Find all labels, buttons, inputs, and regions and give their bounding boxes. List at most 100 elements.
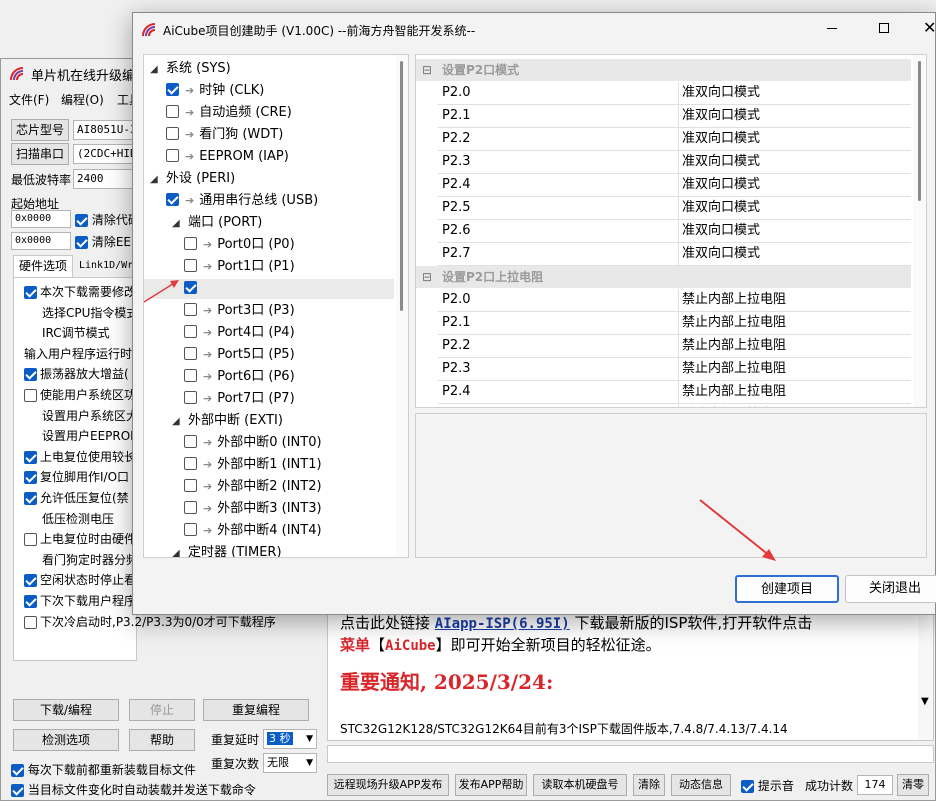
scroll-down-icon[interactable]: ▼: [921, 696, 929, 707]
expand-icon[interactable]: ◢: [172, 544, 182, 557]
tree-item[interactable]: ➔ 看门狗 (WDT): [166, 125, 283, 145]
reload-each-checkbox[interactable]: [11, 764, 24, 777]
clear-eep-checkbox[interactable]: [75, 236, 88, 249]
tree-item[interactable]: ➔ 外部中断0 (INT0): [184, 433, 322, 453]
expand-icon[interactable]: ◢: [150, 170, 160, 190]
tree-checkbox[interactable]: [184, 325, 197, 338]
clear-eep-option[interactable]: 清除EEP: [75, 233, 138, 250]
property-value[interactable]: 准双向口模式: [682, 128, 760, 150]
publish-help-button[interactable]: 发布APP帮助: [455, 774, 527, 796]
scan-port-button[interactable]: 扫描串口: [11, 143, 69, 165]
download-button[interactable]: 下载/编程: [13, 699, 119, 721]
collapse-icon[interactable]: ⊟: [422, 59, 432, 81]
addr1-input[interactable]: 0x0000: [11, 210, 71, 228]
beep-option[interactable]: 提示音: [741, 777, 794, 794]
property-row[interactable]: P2.4 禁止内部上拉电阻: [438, 381, 911, 404]
tree-checkbox[interactable]: [166, 127, 179, 140]
remote-upgrade-button[interactable]: 远程现场升级APP发布: [327, 774, 449, 796]
close-icon[interactable]: ✕: [923, 18, 936, 38]
clear-button[interactable]: 清除: [633, 774, 665, 796]
tree-item[interactable]: ➔ 外部中断4 (INT4): [184, 521, 322, 541]
tree-item[interactable]: ➔ EEPROM (IAP): [166, 147, 289, 167]
hw-option-checkbox[interactable]: [24, 389, 37, 402]
tree-checkbox[interactable]: [184, 479, 197, 492]
tree-checkbox[interactable]: [184, 391, 197, 404]
stop-button[interactable]: 停止: [129, 699, 195, 721]
repeat-count-select[interactable]: 无限 ▼: [263, 753, 317, 773]
help-button[interactable]: 帮助: [129, 729, 195, 751]
property-row[interactable]: P2.1 准双向口模式: [438, 105, 911, 128]
hw-option-8[interactable]: 上电复位使用较长: [24, 447, 136, 467]
tree-checkbox[interactable]: [184, 259, 197, 272]
check-options-button[interactable]: 检测选项: [13, 729, 119, 751]
hw-option-0[interactable]: 本次下载需要修改: [24, 282, 136, 302]
property-value[interactable]: 准双向口模式: [682, 105, 760, 127]
repeat-program-button[interactable]: 重复编程: [203, 699, 309, 721]
minimize-icon[interactable]: [827, 28, 837, 29]
auto-send-checkbox[interactable]: [11, 784, 24, 797]
maximize-icon[interactable]: [879, 23, 889, 33]
property-value[interactable]: 禁止内部上拉电阻: [682, 358, 786, 380]
tab-hardware[interactable]: 硬件选项: [13, 255, 73, 277]
prop-scroll-thumb[interactable]: [918, 61, 921, 201]
close-exit-button[interactable]: 关闭退出: [845, 575, 936, 603]
tree-item[interactable]: ➔ 时钟 (CLK): [166, 81, 264, 101]
tree-group[interactable]: ◢ 定时器 (TIMER): [172, 543, 282, 557]
property-row[interactable]: P2.2 准双向口模式: [438, 128, 911, 151]
hw-option-checkbox[interactable]: [24, 471, 37, 485]
beep-checkbox[interactable]: [741, 780, 754, 793]
property-category[interactable]: ⊟ 设置P2口上拉电阻: [416, 266, 911, 288]
tree-item[interactable]: ➔ Port0口 (P0): [184, 235, 295, 255]
hw-option-checkbox[interactable]: [24, 533, 37, 547]
property-value[interactable]: 禁止内部上拉电阻: [682, 289, 786, 311]
property-row[interactable]: P2.0 准双向口模式: [438, 82, 911, 105]
property-value[interactable]: 准双向口模式: [682, 151, 760, 173]
property-value[interactable]: 准双向口模式: [682, 220, 760, 242]
tree-scroll-thumb[interactable]: [400, 61, 403, 311]
tree-item[interactable]: ➔ Port7口 (P7): [184, 389, 295, 409]
property-row[interactable]: P2.3 准双向口模式: [438, 151, 911, 174]
menu-program[interactable]: 编程(O): [61, 91, 104, 108]
tree-checkbox[interactable]: [166, 149, 179, 162]
hw-option-9[interactable]: 复位脚用作I/O口: [24, 467, 129, 487]
property-value[interactable]: 禁止内部上拉电阻: [682, 404, 786, 407]
tree-checkbox[interactable]: [166, 105, 179, 118]
tree-checkbox[interactable]: [184, 501, 197, 514]
hw-option-checkbox[interactable]: [24, 286, 37, 299]
property-value[interactable]: 禁止内部上拉电阻: [682, 335, 786, 357]
property-value[interactable]: 准双向口模式: [682, 197, 760, 219]
tree-item[interactable]: ➔ 自动追频 (CRE): [166, 103, 292, 123]
hw-option-checkbox[interactable]: [24, 368, 37, 382]
tree-item[interactable]: ➔ Port3口 (P3): [184, 301, 295, 321]
addr2-input[interactable]: 0x0000: [11, 232, 71, 250]
property-row[interactable]: P2.5 准双向口模式: [438, 197, 911, 220]
hw-option-checkbox[interactable]: [24, 492, 37, 505]
tree-checkbox[interactable]: [184, 237, 197, 250]
property-row[interactable]: P2.4 准双向口模式: [438, 174, 911, 197]
baud-select[interactable]: 2400: [73, 169, 133, 189]
tree-group[interactable]: ◢ 系统 (SYS): [150, 59, 231, 79]
property-category[interactable]: ⊟ 设置P2口模式: [416, 59, 911, 81]
hw-option-10[interactable]: 允许低压复位(禁: [24, 488, 129, 508]
tree-scrollbar[interactable]: [396, 55, 408, 557]
hw-option-checkbox[interactable]: [24, 450, 37, 464]
tree-item[interactable]: ➔ 通用串行总线 (USB): [166, 191, 318, 211]
tree-item[interactable]: ➔ 外部中断2 (INT2): [184, 477, 322, 497]
tree-checkbox[interactable]: [184, 303, 197, 316]
property-row[interactable]: P2.7 准双向口模式: [438, 243, 911, 266]
tree-checkbox[interactable]: [184, 369, 197, 382]
tree-checkbox[interactable]: [184, 281, 197, 294]
tree-checkbox[interactable]: [184, 457, 197, 470]
hw-option-5[interactable]: 使能用户系统区功: [24, 385, 136, 405]
reload-each-option[interactable]: 每次下载前都重新装载目标文件: [11, 761, 196, 778]
hw-option-checkbox[interactable]: [24, 615, 37, 629]
clear-code-option[interactable]: 清除代码: [75, 211, 140, 228]
tree-group[interactable]: ◢ 外部中断 (EXTI): [172, 411, 283, 431]
tree-item[interactable]: ➔ Port4口 (P4): [184, 323, 295, 343]
hw-option-checkbox[interactable]: [24, 574, 37, 588]
collapse-icon[interactable]: ⊟: [422, 266, 432, 288]
property-row[interactable]: P2.0 禁止内部上拉电阻: [438, 289, 911, 312]
read-disk-button[interactable]: 读取本机硬盘号: [533, 774, 627, 796]
reset-count-button[interactable]: 清零: [897, 774, 929, 796]
expand-icon[interactable]: ◢: [172, 214, 182, 234]
